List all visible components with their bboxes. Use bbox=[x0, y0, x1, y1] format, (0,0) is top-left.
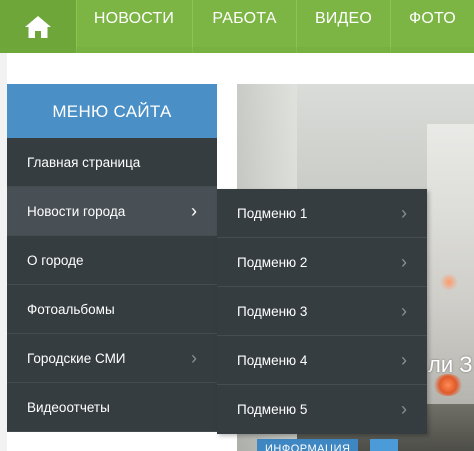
submenu-item-1[interactable]: Подменю 1 › bbox=[217, 189, 427, 238]
page-left-strip bbox=[0, 53, 7, 451]
submenu-item-label: Подменю 3 bbox=[237, 304, 308, 319]
site-menu: МЕНЮ САЙТА Главная страница Новости горо… bbox=[7, 84, 217, 432]
menu-item-label: Фотоальбомы bbox=[27, 302, 115, 317]
menu-item-label: О городе bbox=[27, 253, 84, 268]
category-badge[interactable]: ИНФОРМАЦИЯ bbox=[257, 439, 359, 451]
chevron-right-icon: › bbox=[191, 201, 197, 221]
submenu-dropdown: Подменю 1 › Подменю 2 › Подменю 3 › Подм… bbox=[217, 189, 427, 434]
submenu-item-4[interactable]: Подменю 4 › bbox=[217, 336, 427, 385]
menu-item-city-news[interactable]: Новости города › bbox=[7, 187, 217, 236]
home-icon bbox=[25, 15, 51, 38]
badge-icon bbox=[370, 439, 398, 451]
menu-item-video-reports[interactable]: Видеоотчеты bbox=[7, 383, 217, 432]
nav-item-photo[interactable]: ФОТО bbox=[391, 0, 474, 53]
top-navigation: НОВОСТИ РАБОТА ВИДЕО ФОТО bbox=[0, 0, 474, 53]
chevron-right-icon: › bbox=[401, 252, 407, 272]
submenu-item-3[interactable]: Подменю 3 › bbox=[217, 287, 427, 336]
menu-item-home[interactable]: Главная страница bbox=[7, 138, 217, 187]
menu-item-label: Видеоотчеты bbox=[27, 400, 110, 415]
menu-item-about-city[interactable]: О городе bbox=[7, 236, 217, 285]
home-button[interactable] bbox=[0, 0, 77, 53]
submenu-item-label: Подменю 1 bbox=[237, 206, 308, 221]
chevron-right-icon: › bbox=[191, 348, 197, 368]
menu-item-photo-albums[interactable]: Фотоальбомы bbox=[7, 285, 217, 334]
menu-item-label: Главная страница bbox=[27, 155, 141, 170]
submenu-item-label: Подменю 4 bbox=[237, 353, 308, 368]
nav-shadow bbox=[0, 47, 474, 53]
submenu-item-2[interactable]: Подменю 2 › bbox=[217, 238, 427, 287]
submenu-item-label: Подменю 2 bbox=[237, 255, 308, 270]
chevron-right-icon: › bbox=[401, 350, 407, 370]
menu-item-label: Новости города bbox=[27, 204, 126, 219]
nav-item-video[interactable]: ВИДЕО bbox=[297, 0, 391, 53]
menu-item-city-media[interactable]: Городские СМИ › bbox=[7, 334, 217, 383]
photo-light bbox=[440, 274, 458, 290]
submenu-item-label: Подменю 5 bbox=[237, 402, 308, 417]
nav-item-jobs[interactable]: РАБОТА bbox=[193, 0, 297, 53]
chevron-right-icon: › bbox=[401, 203, 407, 223]
menu-item-label: Городские СМИ bbox=[27, 351, 126, 366]
site-menu-title: МЕНЮ САЙТА bbox=[7, 84, 217, 138]
featured-headline[interactable]: ли З bbox=[428, 352, 473, 378]
chevron-right-icon: › bbox=[401, 301, 407, 321]
chevron-right-icon: › bbox=[401, 399, 407, 419]
nav-item-news[interactable]: НОВОСТИ bbox=[76, 0, 193, 53]
submenu-item-5[interactable]: Подменю 5 › bbox=[217, 385, 427, 434]
